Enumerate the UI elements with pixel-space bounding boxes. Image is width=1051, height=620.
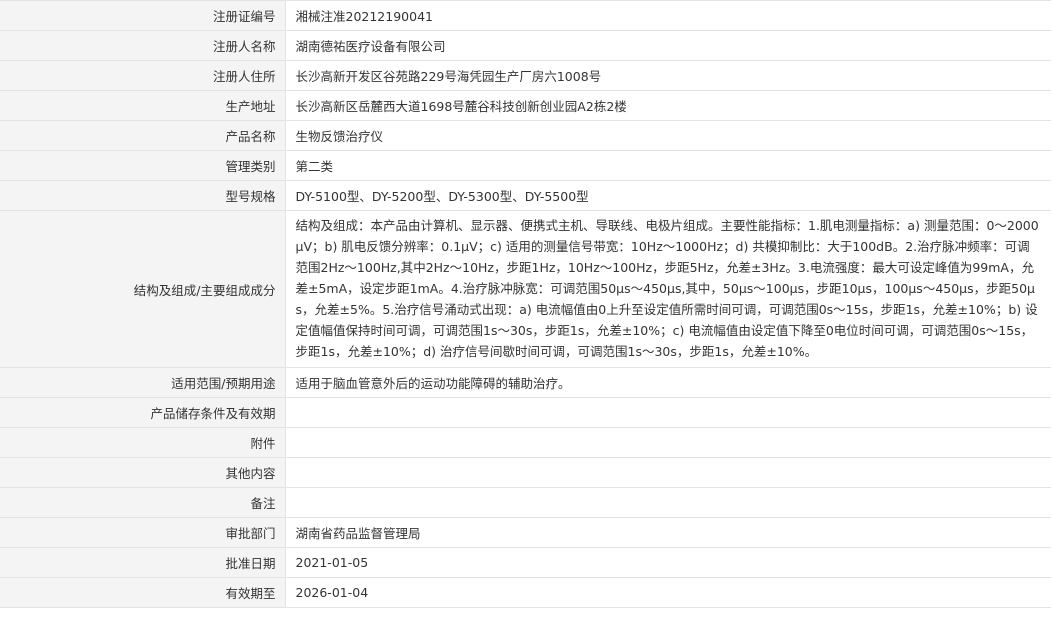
management-category-value: 第二类: [285, 150, 1051, 181]
approval-department-label: 审批部门: [0, 517, 286, 548]
intended-use-value: 适用于脑血管意外后的运动功能障碍的辅助治疗。: [285, 367, 1051, 398]
row-approval-date: 批准日期 2021-01-05: [0, 547, 1051, 578]
storage-conditions-value: [285, 397, 1051, 428]
row-product-name: 产品名称 生物反馈治疗仪: [0, 120, 1051, 151]
storage-conditions-label: 产品储存条件及有效期: [0, 397, 286, 428]
row-remarks: 备注: [0, 487, 1051, 518]
row-production-address: 生产地址 长沙高新区岳麓西大道1698号麓谷科技创新创业园A2栋2楼: [0, 90, 1051, 121]
production-address-value: 长沙高新区岳麓西大道1698号麓谷科技创新创业园A2栋2楼: [285, 90, 1051, 121]
attachment-value: [285, 427, 1051, 458]
approval-date-label: 批准日期: [0, 547, 286, 578]
intended-use-label: 适用范围/预期用途: [0, 367, 286, 398]
registrant-name-value: 湖南德祐医疗设备有限公司: [285, 30, 1051, 61]
product-name-label: 产品名称: [0, 120, 286, 151]
registration-number-value: 湘械注准20212190041: [285, 0, 1051, 31]
registration-number-label: 注册证编号: [0, 0, 286, 31]
row-valid-until: 有效期至 2026-01-04: [0, 577, 1051, 608]
row-attachment: 附件: [0, 427, 1051, 458]
row-registrant-address: 注册人住所 长沙高新开发区谷苑路229号海凭园生产厂房六1008号: [0, 60, 1051, 91]
other-content-label: 其他内容: [0, 457, 286, 488]
row-registration-number: 注册证编号 湘械注准20212190041: [0, 0, 1051, 31]
row-model-spec: 型号规格 DY-5100型、DY-5200型、DY-5300型、DY-5500型: [0, 180, 1051, 211]
valid-until-label: 有效期至: [0, 577, 286, 608]
structure-composition-label: 结构及组成/主要组成成分: [0, 210, 286, 368]
model-spec-label: 型号规格: [0, 180, 286, 211]
row-registrant-name: 注册人名称 湖南德祐医疗设备有限公司: [0, 30, 1051, 61]
attachment-label: 附件: [0, 427, 286, 458]
row-structure-composition: 结构及组成/主要组成成分 结构及组成：本产品由计算机、显示器、便携式主机、导联线、…: [0, 210, 1051, 368]
model-spec-value: DY-5100型、DY-5200型、DY-5300型、DY-5500型: [285, 180, 1051, 211]
registration-detail-table: 注册证编号 湘械注准20212190041 注册人名称 湖南德祐医疗设备有限公司 注册人…: [0, 0, 1051, 608]
remarks-value: [285, 487, 1051, 518]
row-other-content: 其他内容: [0, 457, 1051, 488]
registrant-name-label: 注册人名称: [0, 30, 286, 61]
registrant-address-label: 注册人住所: [0, 60, 286, 91]
registrant-address-value: 长沙高新开发区谷苑路229号海凭园生产厂房六1008号: [285, 60, 1051, 91]
remarks-label: 备注: [0, 487, 286, 518]
other-content-value: [285, 457, 1051, 488]
production-address-label: 生产地址: [0, 90, 286, 121]
detail-table-body: 注册证编号 湘械注准20212190041 注册人名称 湖南德祐医疗设备有限公司 注册人…: [0, 0, 1051, 608]
row-intended-use: 适用范围/预期用途 适用于脑血管意外后的运动功能障碍的辅助治疗。: [0, 367, 1051, 398]
approval-date-value: 2021-01-05: [285, 547, 1051, 578]
valid-until-value: 2026-01-04: [285, 577, 1051, 608]
row-storage-conditions: 产品储存条件及有效期: [0, 397, 1051, 428]
approval-department-value: 湖南省药品监督管理局: [285, 517, 1051, 548]
structure-composition-value: 结构及组成：本产品由计算机、显示器、便携式主机、导联线、电极片组成。主要性能指标…: [285, 210, 1051, 368]
product-name-value: 生物反馈治疗仪: [285, 120, 1051, 151]
row-approval-department: 审批部门 湖南省药品监督管理局: [0, 517, 1051, 548]
management-category-label: 管理类别: [0, 150, 286, 181]
row-management-category: 管理类别 第二类: [0, 150, 1051, 181]
